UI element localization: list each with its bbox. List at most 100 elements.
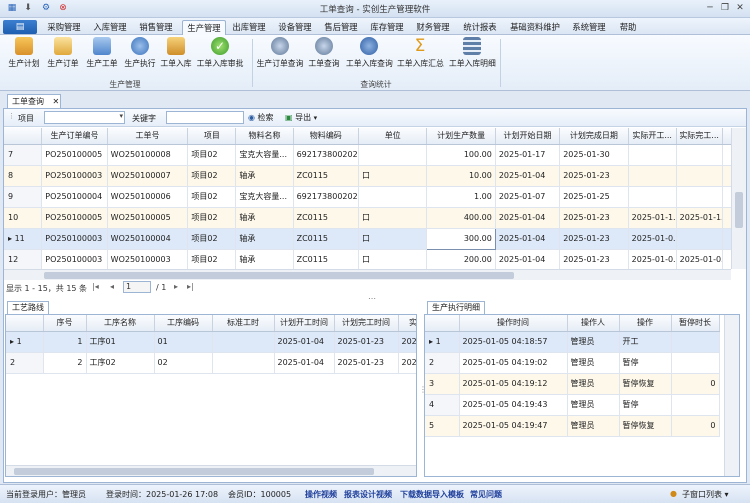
project-select[interactable]: ▾ — [44, 111, 125, 124]
tab-purchase[interactable]: 采购管理 — [44, 20, 84, 35]
faq-link[interactable]: 常见问题 — [470, 489, 502, 500]
table-row-selected[interactable]: ▸ 1 2025-01-05 04:18:57 管理员 开工 — [425, 331, 720, 353]
cell-project[interactable]: 项目02 — [187, 249, 237, 269]
col-order-no[interactable]: 生产订单编号 — [41, 128, 108, 145]
inbound-summary-button[interactable]: Σ 工单入库汇总 — [397, 37, 444, 75]
restore-icon[interactable]: ❐ — [719, 3, 731, 14]
cell-pause-duration[interactable]: 0 — [671, 373, 720, 395]
report-design-video-link[interactable]: 报表设计视频 — [344, 489, 392, 500]
cell-code[interactable]: ZC0115 — [293, 228, 359, 250]
tab-inbound[interactable]: 入库管理 — [90, 20, 130, 35]
tab-basic-data[interactable]: 基础资料维护 — [507, 20, 563, 35]
main-grid-vertical-scrollbar[interactable] — [731, 128, 746, 269]
cell-qty[interactable]: 400.00 — [426, 207, 496, 229]
production-plan-button[interactable]: 生产计划 — [6, 37, 42, 75]
cell-order[interactable]: PO250100003 — [41, 228, 108, 250]
cell-op-time[interactable]: 2025-01-05 04:19:47 — [459, 415, 568, 437]
cell-plan-start-time[interactable]: 2025-01-04 — [274, 331, 335, 353]
cell-actual-start[interactable]: 2025-01-0... — [628, 249, 677, 269]
tutorial-video-link[interactable]: 操作视频 — [305, 489, 337, 500]
download-template-link[interactable]: 下载数据导入模板 — [400, 489, 464, 500]
col-seq[interactable]: 序号 — [43, 315, 87, 332]
cell-operator[interactable]: 管理员 — [567, 373, 620, 395]
cell-material[interactable]: 宝克大容量... — [235, 144, 294, 166]
cell-wo[interactable]: WO250100004 — [107, 228, 189, 250]
minimize-icon[interactable]: ─ — [704, 3, 716, 14]
splitter-handle[interactable]: ⋯ — [368, 294, 376, 303]
cell-op-time[interactable]: 2025-01-05 04:18:57 — [459, 331, 568, 353]
cell-pause-duration[interactable] — [671, 331, 720, 353]
cell-actual-end[interactable] — [676, 186, 723, 208]
cell-wo[interactable]: WO250100005 — [107, 207, 189, 229]
cell-code[interactable]: ZC0115 — [293, 207, 359, 229]
cell-actual-end[interactable]: 2025-01-0... — [676, 249, 723, 269]
cell-order[interactable]: PO250100003 — [41, 165, 108, 187]
col-std-hours[interactable]: 标准工时 — [212, 315, 275, 332]
col-work-order-no[interactable]: 工单号 — [107, 128, 189, 145]
cell-material[interactable]: 轴承 — [235, 207, 294, 229]
cell-product[interactable] — [722, 249, 731, 269]
table-row[interactable]: 5 2025-01-05 04:19:47 管理员 暂停恢复 0 — [425, 415, 720, 437]
work-order-inbound-button[interactable]: 工单入库 — [158, 37, 194, 75]
cell-material[interactable]: 轴承 — [235, 249, 294, 269]
table-row[interactable]: 7 PO250100005 WO250100008 项目02 宝克大容量... … — [4, 144, 731, 166]
cell-code[interactable]: ZC0115 — [293, 249, 359, 269]
cell-actual-end[interactable]: 2025-01-1... — [676, 207, 723, 229]
tab-system[interactable]: 系统管理 — [569, 20, 609, 35]
cell-unit[interactable]: 口 — [358, 249, 428, 269]
cell-project[interactable]: 项目02 — [187, 165, 237, 187]
cell-operation[interactable]: 暂停 — [619, 394, 672, 416]
cell-op-time[interactable]: 2025-01-05 04:19:02 — [459, 352, 568, 374]
cell-actual-start[interactable] — [628, 144, 677, 166]
cell-code[interactable]: ZC0115 — [293, 165, 359, 187]
cell-order[interactable]: PO250100005 — [41, 207, 108, 229]
cell-material[interactable]: 宝克大容量... — [235, 186, 294, 208]
table-row[interactable]: 10 PO250100005 WO250100005 项目02 轴承 ZC011… — [4, 207, 731, 229]
cell-plan-end-time[interactable]: 2025-01-23 — [334, 331, 399, 353]
col-material-name[interactable]: 物料名称 — [235, 128, 294, 145]
close-window-icon[interactable]: ✕ — [734, 3, 746, 14]
work-order-button[interactable]: 生产工单 — [84, 37, 120, 75]
cell-end[interactable]: 2025-01-23 — [559, 165, 629, 187]
cell-end[interactable]: 2025-01-25 — [559, 186, 629, 208]
last-page-icon[interactable]: ▸| — [187, 282, 194, 291]
tab-process-route[interactable]: 工艺路线 — [7, 301, 49, 314]
cell-wo[interactable]: WO250100007 — [107, 165, 189, 187]
col-plan-qty[interactable]: 计划生产数量 — [426, 128, 496, 145]
keyword-input[interactable] — [166, 111, 244, 124]
cell-code[interactable]: 6921738002026 — [293, 144, 359, 166]
cell-actual-start[interactable] — [628, 186, 677, 208]
tab-inventory[interactable]: 库存管理 — [367, 20, 407, 35]
cell-actual[interactable]: 2025 — [398, 331, 416, 353]
cell-process-code[interactable]: 02 — [154, 352, 213, 374]
table-row-selected[interactable]: ▸ 1 1 工序01 01 2025-01-04 2025-01-23 2025 — [6, 331, 416, 353]
cell-product[interactable] — [722, 144, 731, 166]
cell-product[interactable] — [722, 165, 731, 187]
settings-icon[interactable]: ⚙ — [40, 3, 52, 14]
production-order-button[interactable]: 生产订单 — [45, 37, 81, 75]
col-actual-start[interactable]: 实际开工... — [628, 128, 677, 145]
child-window-list-button[interactable]: 子窗口列表 ▾ — [682, 489, 729, 500]
col-plan-start-time[interactable]: 计划开工时间 — [274, 315, 335, 332]
cell-material[interactable]: 轴承 — [235, 228, 294, 250]
cell-unit[interactable]: 口 — [358, 228, 428, 250]
table-row[interactable]: 3 2025-01-05 04:19:12 管理员 暂停恢复 0 — [425, 373, 720, 395]
cell-start[interactable]: 2025-01-07 — [495, 186, 561, 208]
tab-reports[interactable]: 统计报表 — [459, 20, 501, 35]
cell-unit[interactable]: 口 — [358, 165, 428, 187]
cell-end[interactable]: 2025-01-23 — [559, 207, 629, 229]
table-row[interactable]: 4 2025-01-05 04:19:43 管理员 暂停 — [425, 394, 720, 416]
col-op-time[interactable]: 操作时间 — [459, 315, 568, 332]
cell-plan-start-time[interactable]: 2025-01-04 — [274, 352, 335, 374]
col-material-code[interactable]: 物料编码 — [293, 128, 359, 145]
cell-wo[interactable]: WO250100006 — [107, 186, 189, 208]
work-order-inbound-approve-button[interactable]: ✓ 工单入库审批 — [196, 37, 244, 75]
tab-work-order-query[interactable]: 工单查询 ✕ — [7, 94, 61, 108]
col-process-name[interactable]: 工序名称 — [86, 315, 155, 332]
cell-order[interactable]: PO250100004 — [41, 186, 108, 208]
cell-start[interactable]: 2025-01-04 — [495, 207, 561, 229]
cell-qty[interactable]: 100.00 — [426, 144, 496, 166]
cell-unit[interactable]: 口 — [358, 207, 428, 229]
tab-finance[interactable]: 财务管理 — [413, 20, 453, 35]
cell-project[interactable]: 项目02 — [187, 144, 237, 166]
